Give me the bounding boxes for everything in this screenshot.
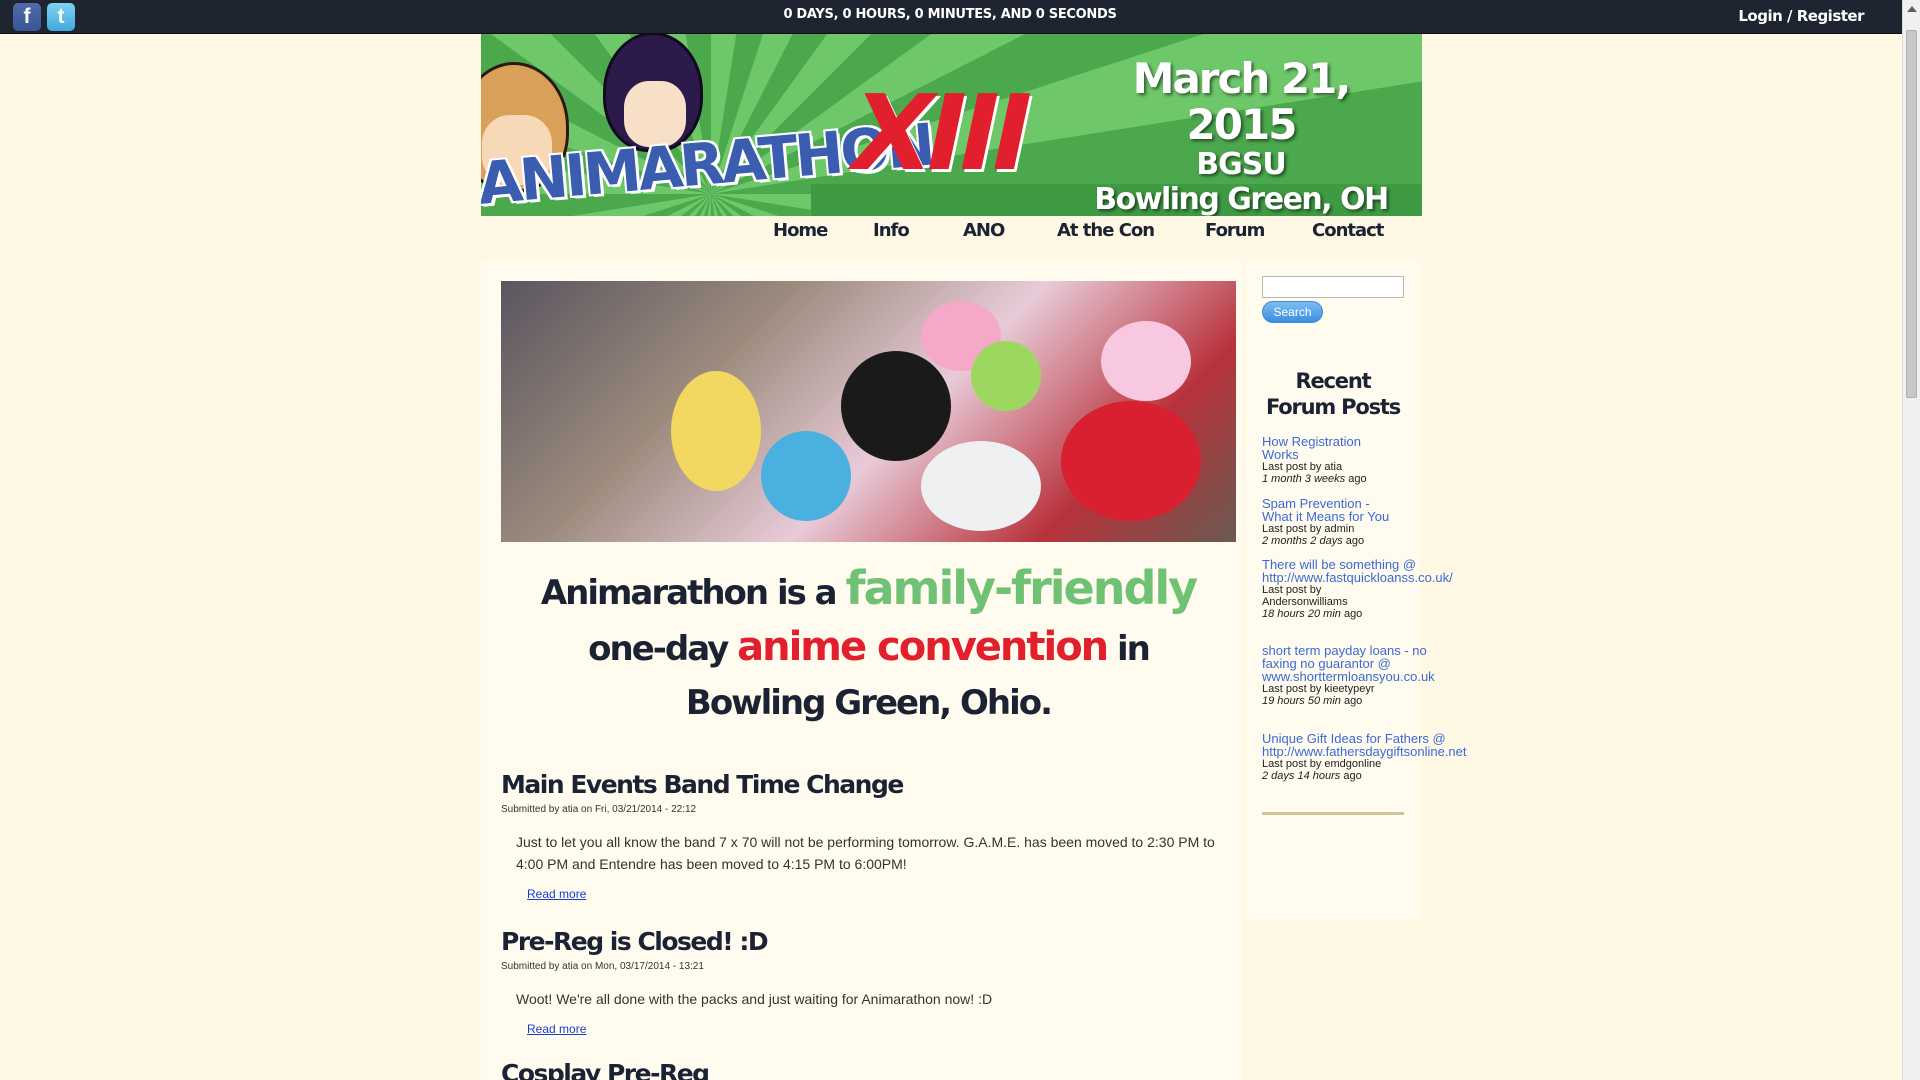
event-date: March 21, 2015 (1132, 54, 1352, 149)
nav-forum[interactable]: Forum (1205, 220, 1265, 241)
plush-shape (841, 351, 951, 461)
forum-post-item: There will be something @ http://www.fas… (1262, 558, 1477, 620)
login-register-link[interactable]: Login / Register (1738, 7, 1864, 25)
main-content: Animarathon is a family-friendly one-day… (481, 261, 1242, 1080)
forum-post-age-value: 1 month 3 weeks (1262, 473, 1346, 485)
forum-post-item: How Registration Works Last post by atia… (1262, 435, 1477, 485)
forum-post-link[interactable]: Unique Gift Ideas for Fathers @ http://w… (1262, 732, 1487, 758)
event-city: Bowling Green, OH (1094, 182, 1389, 216)
post-meta: Submitted by atia on Mon, 03/17/2014 - 1… (501, 961, 704, 972)
nav-home[interactable]: Home (773, 220, 828, 241)
sidebar-divider (1262, 812, 1404, 815)
forum-post-author: Last post by atia (1262, 461, 1343, 473)
forum-post-link[interactable]: Spam Prevention - What it Means for You (1262, 497, 1402, 523)
plush-shape (671, 371, 761, 491)
event-info: March 21, 2015 BGSU Bowling Green, OH (1091, 54, 1391, 217)
countdown-timer: 0 DAYS, 0 HOURS, 0 MINUTES, AND 0 SECOND… (783, 7, 1117, 22)
twitter-icon[interactable]: t (47, 3, 75, 31)
recent-title-line2: Forum Posts (1265, 395, 1401, 419)
search-button[interactable]: Search (1262, 301, 1323, 323)
forum-post-age: 19 hours 50 min ago (1262, 695, 1477, 707)
forum-post-age-value: 19 hours 50 min (1262, 695, 1341, 707)
forum-post-age-suffix: ago (1342, 535, 1365, 547)
forum-post-age-value: 18 hours 20 min (1262, 608, 1341, 620)
top-bar: f t 0 DAYS, 0 HOURS, 0 MINUTES, AND 0 SE… (0, 0, 1902, 34)
news-post: Pre-Reg is Closed! :D Submitted by atia … (501, 926, 1231, 1037)
forum-post-author: Last post by Andersonwilliams (1262, 584, 1348, 608)
facebook-glyph: f (23, 5, 31, 28)
plush-shape (971, 341, 1041, 411)
nav-at-the-con[interactable]: At the Con (1057, 220, 1155, 241)
tagline-part2: one-day (588, 629, 738, 669)
forum-post-link[interactable]: short term payday loans - no faxing no g… (1262, 644, 1457, 683)
post-body: Woot! We're all done with the packs and … (516, 991, 993, 1007)
nav-info[interactable]: Info (873, 220, 910, 241)
facebook-icon[interactable]: f (13, 3, 41, 31)
plush-shape (761, 431, 851, 521)
forum-post-link[interactable]: There will be something @ http://www.fas… (1262, 558, 1477, 584)
forum-post-item: Unique Gift Ideas for Fathers @ http://w… (1262, 732, 1477, 782)
forum-post-age-value: 2 months 2 days (1262, 535, 1343, 547)
forum-post-age-value: 2 days 14 hours (1262, 770, 1341, 782)
scroll-up-arrow-icon[interactable] (1907, 6, 1917, 12)
tagline-part1: Animarathon is a (540, 573, 846, 613)
scrollbar-thumb[interactable] (1906, 30, 1917, 398)
search-input[interactable] (1262, 276, 1404, 298)
forum-post-age-suffix: ago (1340, 770, 1362, 782)
post-meta: Submitted by atia on Fri, 03/21/2014 - 2… (501, 804, 697, 815)
forum-post-age-suffix: ago (1340, 608, 1363, 620)
logo-number: XIII (840, 72, 1039, 194)
nav-contact[interactable]: Contact (1312, 220, 1384, 241)
hero-image (501, 281, 1236, 542)
forum-post-age: 1 month 3 weeks ago (1262, 473, 1477, 485)
recent-forum-posts-title: Recent Forum Posts (1247, 368, 1419, 420)
forum-post-link[interactable]: How Registration Works (1262, 435, 1372, 461)
event-venue: BGSU (1196, 147, 1286, 182)
forum-post-age: 18 hours 20 min ago (1262, 608, 1477, 620)
post-title[interactable]: Main Events Band Time Change (501, 769, 1231, 801)
plush-shape (921, 441, 1041, 531)
nav-ano[interactable]: ANO (963, 220, 1005, 241)
twitter-glyph: t (57, 5, 65, 28)
forum-post-item: Spam Prevention - What it Means for You … (1262, 497, 1477, 547)
recent-title-line1: Recent (1295, 369, 1372, 393)
site-banner[interactable]: ANIMARATHON XIII March 21, 2015 BGSU Bow… (481, 34, 1422, 216)
tagline-part3: in (1107, 629, 1151, 669)
forum-post-age: 2 months 2 days ago (1262, 535, 1477, 547)
read-more-link[interactable]: Read more (527, 1022, 586, 1036)
forum-post-age: 2 days 14 hours ago (1262, 770, 1477, 782)
forum-post-author: Last post by kieetypeyr (1262, 683, 1375, 695)
page-scrollbar[interactable] (1902, 0, 1920, 1080)
post-title[interactable]: Pre-Reg is Closed! :D (501, 926, 1231, 958)
tagline-part4: Bowling Green, Ohio. (685, 683, 1053, 723)
news-post: Main Events Band Time Change Submitted b… (501, 769, 1231, 902)
plush-shape (1101, 321, 1191, 401)
forum-post-author: Last post by admin (1262, 523, 1355, 535)
post-title[interactable]: Cosplay Pre-Reg (501, 1058, 1231, 1080)
forum-post-age-suffix: ago (1340, 695, 1363, 707)
tagline-family-friendly: family-friendly (845, 561, 1198, 615)
forum-post-age-suffix: ago (1345, 473, 1367, 485)
post-body: Just to let you all know the band 7 x 70… (516, 834, 1215, 872)
forum-post-item: short term payday loans - no faxing no g… (1262, 644, 1477, 707)
news-post: Cosplay Pre-Reg (501, 1058, 1231, 1080)
forum-post-author: Last post by emdgonline (1262, 758, 1382, 770)
read-more-link[interactable]: Read more (527, 887, 586, 901)
tagline-anime-convention: anime convention (737, 624, 1109, 670)
sidebar: Search Recent Forum Posts How Registrati… (1247, 261, 1467, 920)
site-tagline: Animarathon is a family-friendly one-day… (501, 561, 1236, 730)
plush-shape (1061, 401, 1201, 521)
